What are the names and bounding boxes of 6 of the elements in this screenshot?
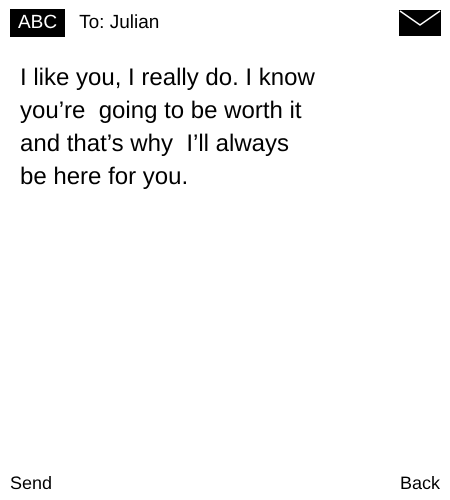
recipient-label: To: Julian: [79, 12, 160, 34]
send-softkey[interactable]: Send: [10, 473, 52, 494]
back-softkey[interactable]: Back: [400, 473, 440, 494]
envelope-icon: [399, 10, 441, 36]
message-text: I like you, I really do. I know you’re going to be worth it and that’s why I’ll always be here for you.: [20, 63, 316, 192]
input-mode-badge: ABC: [10, 9, 66, 37]
